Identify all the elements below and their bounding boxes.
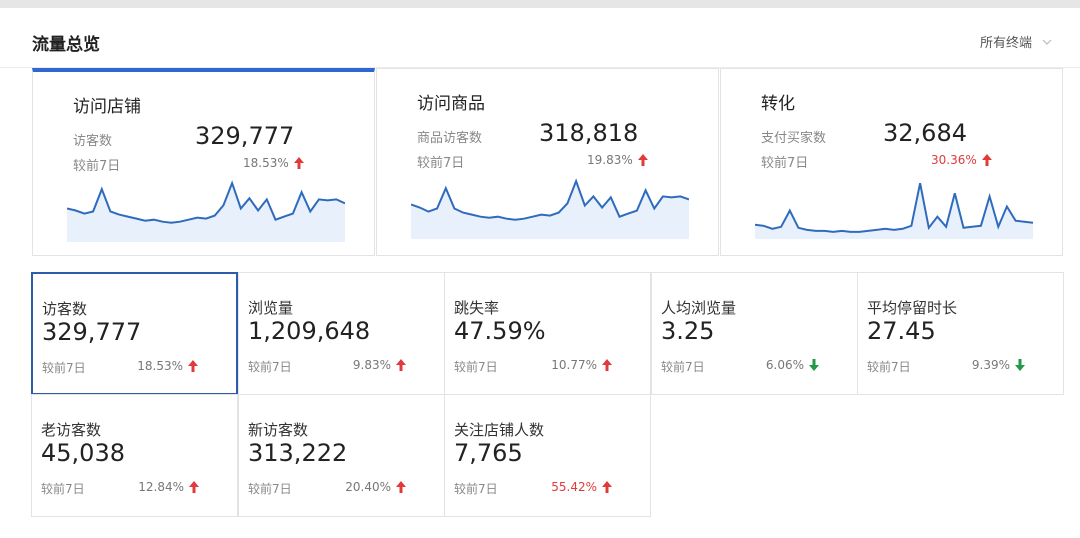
metric-change: 20.40%: [345, 480, 406, 494]
metric-value: 27.45: [867, 317, 936, 345]
trend-sparkline: [411, 178, 689, 239]
metric-value: 7,765: [454, 439, 523, 467]
metric-change-value: 20.40%: [345, 480, 391, 494]
metric-compare-label: 较前7日: [454, 360, 498, 374]
metric-change: 10.77%: [551, 358, 612, 372]
metric-label: 关注店铺人数: [454, 421, 545, 439]
arrow-up-icon: [602, 481, 612, 493]
metric-change: 55.42%: [551, 480, 612, 494]
metric-label: 老访客数: [41, 421, 102, 439]
panel-metric-label: 支付买家数: [761, 131, 827, 146]
panel-change: 30.36%: [931, 153, 992, 167]
metric-card[interactable]: 浏览量 1,209,648 较前7日 9.83%: [238, 272, 445, 395]
panel-change: 19.83%: [587, 153, 648, 167]
arrow-down-icon: [809, 359, 819, 371]
terminal-filter-value: 所有终端: [979, 36, 1032, 51]
top-strip: [0, 0, 1080, 8]
metric-change: 18.53%: [137, 359, 198, 373]
chevron-down-icon: [1042, 39, 1052, 45]
overview-panel[interactable]: 转化 支付买家数 32,684 较前7日 30.36%: [720, 68, 1063, 256]
metric-value: 45,038: [41, 439, 125, 467]
panel-change-value: 19.83%: [587, 153, 633, 167]
metric-change: 6.06%: [766, 358, 819, 372]
metric-compare-label: 较前7日: [248, 482, 292, 496]
metric-value: 3.25: [661, 317, 715, 345]
metric-change-value: 6.06%: [765, 358, 804, 372]
metric-compare-label: 较前7日: [42, 361, 86, 375]
panel-change-value: 18.53%: [243, 156, 289, 170]
metric-card[interactable]: 平均停留时长 27.45 较前7日 9.39%: [857, 272, 1064, 395]
panel-metric-label: 访客数: [73, 134, 113, 149]
section-header: 流量总览 所有终端: [0, 8, 1080, 68]
metric-change: 9.39%: [972, 358, 1025, 372]
arrow-up-icon: [293, 157, 304, 169]
page-title: 流量总览: [32, 35, 100, 55]
arrow-up-icon: [981, 154, 992, 166]
panel-metric-label: 商品访客数: [417, 131, 483, 146]
panel-title: 访问商品: [417, 94, 485, 114]
panel-title: 访问店铺: [73, 97, 141, 117]
metric-change-value: 12.84%: [138, 480, 184, 494]
sparkline-area: [67, 183, 345, 242]
trend-sparkline: [755, 182, 1033, 239]
metric-change-value: 9.39%: [971, 358, 1010, 372]
metric-change-value: 9.83%: [352, 358, 391, 372]
metric-change: 12.84%: [138, 480, 199, 494]
metric-change-value: 55.42%: [551, 480, 597, 494]
metric-value: 313,222: [248, 439, 348, 467]
arrow-up-icon: [188, 360, 198, 372]
metric-compare-label: 较前7日: [661, 360, 705, 374]
metric-value: 1,209,648: [248, 317, 371, 345]
panel-metric-value: 329,777: [195, 122, 295, 150]
metric-compare-label: 较前7日: [41, 482, 85, 496]
metric-card[interactable]: 老访客数 45,038 较前7日 12.84%: [31, 394, 238, 517]
metric-value: 329,777: [42, 318, 142, 346]
terminal-filter-dropdown[interactable]: 所有终端: [980, 32, 1052, 51]
sparkline-area: [411, 181, 689, 239]
metric-compare-label: 较前7日: [454, 482, 498, 496]
arrow-up-icon: [637, 154, 648, 166]
overview-panel[interactable]: 访问店铺 访客数 329,777 较前7日 18.53%: [32, 68, 375, 256]
metric-value: 47.59%: [454, 317, 546, 345]
metric-label: 平均停留时长: [867, 299, 958, 317]
panel-metric-value: 318,818: [539, 119, 639, 147]
arrow-up-icon: [396, 481, 406, 493]
arrow-down-icon: [1015, 359, 1025, 371]
arrow-up-icon: [396, 359, 406, 371]
metric-change: 9.83%: [353, 358, 406, 372]
metric-card[interactable]: 新访客数 313,222 较前7日 20.40%: [238, 394, 445, 517]
panel-change-value: 30.36%: [931, 153, 977, 167]
metric-label: 跳失率: [454, 299, 500, 317]
metric-compare-label: 较前7日: [248, 360, 292, 374]
metric-change-value: 10.77%: [551, 358, 597, 372]
metric-card[interactable]: 人均浏览量 3.25 较前7日 6.06%: [651, 272, 858, 395]
metric-card[interactable]: 访客数 329,777 较前7日 18.53%: [31, 272, 238, 395]
metric-label: 新访客数: [248, 421, 309, 439]
metric-label: 浏览量: [248, 299, 294, 317]
arrow-up-icon: [602, 359, 612, 371]
overview-panel[interactable]: 访问商品 商品访客数 318,818 较前7日 19.83%: [376, 68, 719, 256]
panel-metric-value: 32,684: [883, 119, 967, 147]
metric-card[interactable]: 跳失率 47.59% 较前7日 10.77%: [444, 272, 651, 395]
metric-change-value: 18.53%: [137, 359, 183, 373]
arrow-up-icon: [189, 481, 199, 493]
trend-sparkline: [67, 180, 345, 242]
panel-change: 18.53%: [243, 156, 304, 170]
metric-label: 访客数: [42, 300, 88, 318]
metric-compare-label: 较前7日: [867, 360, 911, 374]
metric-card[interactable]: 关注店铺人数 7,765 较前7日 55.42%: [444, 394, 651, 517]
metric-label: 人均浏览量: [661, 299, 737, 317]
panel-title: 转化: [761, 94, 795, 114]
